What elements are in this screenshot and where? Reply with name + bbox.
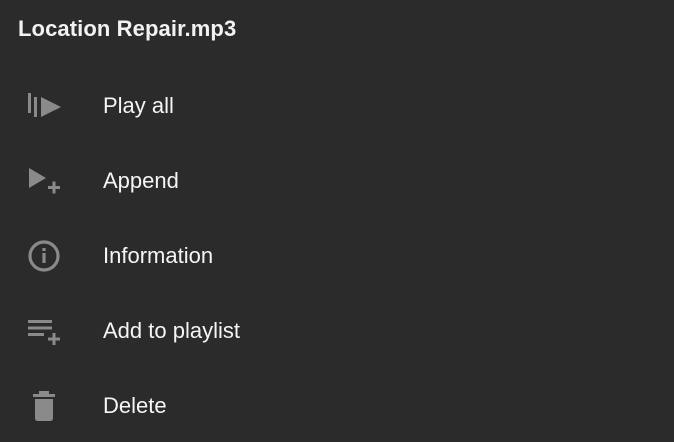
add-to-playlist-icon xyxy=(24,311,64,351)
menu-item-information[interactable]: Information xyxy=(0,218,674,293)
menu-item-add-to-playlist[interactable]: Add to playlist xyxy=(0,293,674,368)
menu-item-play-all[interactable]: Play all xyxy=(0,68,674,143)
information-icon xyxy=(24,236,64,276)
menu-item-label: Delete xyxy=(103,392,167,418)
sheet-title: Location Repair.mp3 xyxy=(18,16,237,41)
context-menu: Play all Append Information Add to playl… xyxy=(0,68,674,442)
menu-item-append[interactable]: Append xyxy=(0,143,674,218)
menu-item-label: Play all xyxy=(103,92,174,118)
context-menu-sheet: Location Repair.mp3 Play all Append Info… xyxy=(0,0,674,442)
menu-item-label: Append xyxy=(103,167,179,193)
delete-icon xyxy=(24,386,64,426)
menu-item-label: Add to playlist xyxy=(103,317,240,343)
append-icon xyxy=(24,161,64,201)
menu-item-label: Information xyxy=(103,242,214,268)
menu-item-delete[interactable]: Delete xyxy=(0,368,674,442)
play-all-icon xyxy=(24,86,64,126)
